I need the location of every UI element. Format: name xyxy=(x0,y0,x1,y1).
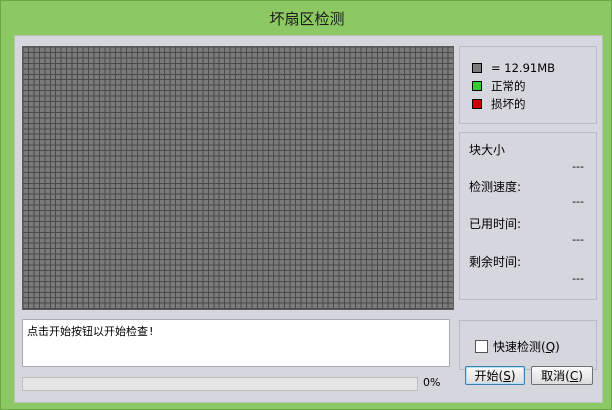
legend-swatch-normal xyxy=(472,81,482,91)
quick-check-option[interactable]: 快速检测(Q) xyxy=(475,338,560,355)
stat-value-elapsed: --- xyxy=(572,233,584,246)
progress-percent: 0% xyxy=(423,376,441,389)
cancel-button[interactable]: 取消(C) xyxy=(531,366,593,385)
sector-map xyxy=(22,46,454,310)
stat-value-block-size: --- xyxy=(572,160,584,173)
quick-check-checkbox[interactable] xyxy=(475,340,488,353)
legend-item-block-size: = 12.91MB xyxy=(472,60,555,76)
sector-grid xyxy=(23,47,453,309)
dialog-window: 坏扇区检测 = 12.91MB 正常的 损坏的 块大小 --- 检测速度: --… xyxy=(0,0,612,410)
quick-check-label[interactable]: 快速检测(Q) xyxy=(493,338,560,355)
stat-label-remaining: 剩余时间: xyxy=(469,255,522,269)
legend-panel: = 12.91MB 正常的 损坏的 xyxy=(459,46,597,124)
stat-value-speed: --- xyxy=(572,195,584,208)
window-title: 坏扇区检测 xyxy=(269,10,345,28)
status-message-box: 点击开始按钮以开始检查! xyxy=(22,319,450,367)
stat-label-block-size: 块大小 xyxy=(469,143,506,157)
legend-label-normal: 正常的 xyxy=(491,79,526,93)
legend-swatch-block xyxy=(472,63,482,73)
start-button[interactable]: 开始(S) xyxy=(465,366,525,385)
legend-item-damaged: 损坏的 xyxy=(472,96,526,112)
stat-value-remaining: --- xyxy=(572,272,584,285)
stat-label-elapsed: 已用时间: xyxy=(469,217,522,231)
stats-panel: 块大小 --- 检测速度: --- 已用时间: --- 剩余时间: --- xyxy=(459,132,597,300)
legend-label-damaged: 损坏的 xyxy=(491,97,526,111)
progress-bar xyxy=(22,377,418,391)
legend-item-normal: 正常的 xyxy=(472,78,526,94)
options-panel: 快速检测(Q) xyxy=(459,320,597,370)
stat-label-speed: 检测速度: xyxy=(469,180,522,194)
legend-swatch-damaged xyxy=(472,99,482,109)
dialog-client-area: = 12.91MB 正常的 损坏的 块大小 --- 检测速度: --- 已用时间… xyxy=(14,35,603,403)
legend-label-block: = 12.91MB xyxy=(491,61,556,75)
